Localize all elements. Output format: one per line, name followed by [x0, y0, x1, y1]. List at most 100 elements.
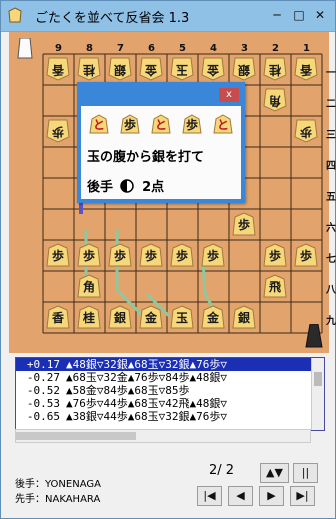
board-piece[interactable]: 金	[139, 305, 163, 329]
minimize-button[interactable]: ─	[267, 7, 287, 23]
file-label: 9	[55, 43, 62, 54]
flip-board-button[interactable]: ▲▼	[260, 463, 289, 483]
candidate-piece[interactable]: と	[213, 114, 233, 134]
board-piece[interactable]: 歩	[294, 243, 318, 267]
app-icon	[8, 7, 22, 23]
board-piece[interactable]: 香	[294, 57, 318, 81]
board-piece[interactable]: 歩	[46, 119, 70, 143]
maximize-button[interactable]: □	[289, 7, 309, 23]
board-piece[interactable]: 玉	[170, 305, 194, 329]
gote-piece-stand-icon[interactable]	[17, 38, 33, 60]
eval-score: -0.52	[26, 384, 60, 397]
board-piece[interactable]: 金	[201, 305, 225, 329]
file-label: 6	[148, 43, 155, 54]
board-piece[interactable]: 桂	[77, 57, 101, 81]
board-piece[interactable]: 銀	[108, 305, 132, 329]
board-piece[interactable]: 歩	[46, 243, 70, 267]
piece-label: 桂	[82, 63, 95, 77]
piece-label: 歩	[123, 118, 136, 132]
move-sequence: ▲48銀▽32銀▲68玉▽32銀▲76歩▽	[66, 358, 227, 371]
piece-label: 銀	[113, 311, 126, 325]
piece-label: 銀	[113, 63, 126, 77]
candidate-piece[interactable]: と	[151, 114, 171, 134]
piece-label: 歩	[268, 249, 281, 263]
board-piece[interactable]: 銀	[108, 57, 132, 81]
kifu-horizontal-scrollbar[interactable]	[15, 429, 311, 443]
board-piece[interactable]: 歩	[294, 119, 318, 143]
piece-label: 金	[144, 311, 157, 325]
kifu-row[interactable]: -0.52 ▲58金▽84歩▲68玉▽85歩	[16, 384, 324, 397]
board-piece[interactable]: 歩	[139, 243, 163, 267]
board-piece[interactable]: 歩	[77, 243, 101, 267]
pause-button[interactable]: ||	[293, 463, 318, 483]
kifu-row[interactable]: -0.53 ▲76歩▽44歩▲68玉▽42飛▲48銀▽	[16, 397, 324, 410]
turn-status: 後手 2点	[87, 176, 164, 195]
board-piece[interactable]: 歩	[263, 243, 287, 267]
gote-player-name: 後手：YONENAGA	[15, 479, 101, 490]
rank-label: 五	[326, 192, 336, 203]
last-move-button[interactable]: ▶|	[290, 486, 315, 506]
piece-label: 歩	[175, 249, 188, 263]
piece-label: 歩	[144, 249, 157, 263]
piece-label: と	[92, 118, 105, 132]
piece-label: 飛	[268, 280, 281, 294]
piece-label: と	[154, 118, 167, 132]
board-piece[interactable]: 玉	[170, 57, 194, 81]
piece-label: 歩	[237, 218, 250, 232]
piece-label: 角	[82, 280, 95, 294]
board-piece[interactable]: 歩	[201, 243, 225, 267]
candidate-piece[interactable]: と	[89, 114, 109, 134]
board-piece[interactable]: 金	[139, 57, 163, 81]
board-piece[interactable]: 銀	[232, 57, 256, 81]
scroll-thumb[interactable]	[314, 372, 322, 386]
candidate-piece[interactable]: 歩	[120, 114, 140, 134]
piece-label: 歩	[185, 118, 198, 132]
file-label: 5	[179, 43, 186, 54]
piece-label: と	[216, 118, 229, 132]
prev-move-button[interactable]: ◀	[228, 486, 253, 506]
first-move-button[interactable]: |◀	[197, 486, 222, 506]
next-move-button[interactable]: ▶	[259, 486, 284, 506]
kifu-row[interactable]: -0.65 ▲38銀▽44歩▲68玉▽32銀▲76歩▽	[16, 410, 324, 423]
rank-label: 一	[326, 68, 336, 79]
board-piece[interactable]: 金	[201, 57, 225, 81]
kifu-vertical-scrollbar[interactable]	[311, 358, 324, 430]
board-piece[interactable]: 角	[263, 88, 287, 112]
rank-label: 八	[326, 285, 336, 296]
sente-player-name: 先手：NAKAHARA	[15, 494, 101, 505]
move-sequence: ▲68玉▽32金▲76歩▽84歩▲48銀▽	[66, 371, 227, 384]
rank-label: 四	[326, 161, 336, 172]
piece-label: 玉	[175, 63, 188, 77]
sente-piece-stand-icon[interactable]	[305, 324, 323, 348]
piece-label: 歩	[299, 249, 312, 263]
board-piece[interactable]: 飛	[263, 274, 287, 298]
kifu-row[interactable]: +0.17 ▲48銀▽32銀▲68玉▽32銀▲76歩▽	[16, 358, 324, 371]
piece-label: 歩	[206, 249, 219, 263]
board-piece[interactable]: 歩	[170, 243, 194, 267]
board-piece[interactable]: 歩	[232, 212, 256, 236]
title-bar[interactable]: ごたくを並べて反省会 1.3 ─ □ ✕	[1, 1, 335, 32]
hint-dialog: x と 歩 と 歩 と 玉の腹から銀を打て 後手 2点	[77, 82, 245, 203]
piece-label: 桂	[268, 63, 281, 77]
candidate-piece[interactable]: 歩	[182, 114, 202, 134]
scroll-thumb[interactable]	[16, 432, 136, 440]
piece-label: 玉	[175, 311, 188, 325]
candidate-move-list[interactable]: +0.17 ▲48銀▽32銀▲68玉▽32銀▲76歩▽ -0.27 ▲68玉▽32金▲…	[15, 357, 325, 431]
board-piece[interactable]: 香	[46, 57, 70, 81]
board-piece[interactable]: 歩	[108, 243, 132, 267]
board-piece[interactable]: 香	[46, 305, 70, 329]
piece-label: 歩	[113, 249, 126, 263]
board-piece[interactable]: 角	[77, 274, 101, 298]
piece-label: 銀	[237, 311, 250, 325]
close-dialog-button[interactable]: x	[219, 88, 239, 102]
piece-label: 角	[268, 94, 281, 108]
piece-label: 香	[51, 311, 64, 325]
kifu-row[interactable]: -0.27 ▲68玉▽32金▲76歩▽84歩▲48銀▽	[16, 371, 324, 384]
board-piece[interactable]: 桂	[77, 305, 101, 329]
piece-label: 歩	[299, 125, 312, 139]
board-piece[interactable]: 桂	[263, 57, 287, 81]
board-piece[interactable]: 銀	[232, 305, 256, 329]
hint-dialog-content: と 歩 と 歩 と 玉の腹から銀を打て 後手 2点	[81, 106, 241, 199]
close-window-button[interactable]: ✕	[307, 7, 333, 23]
rank-label: 七	[326, 254, 336, 265]
